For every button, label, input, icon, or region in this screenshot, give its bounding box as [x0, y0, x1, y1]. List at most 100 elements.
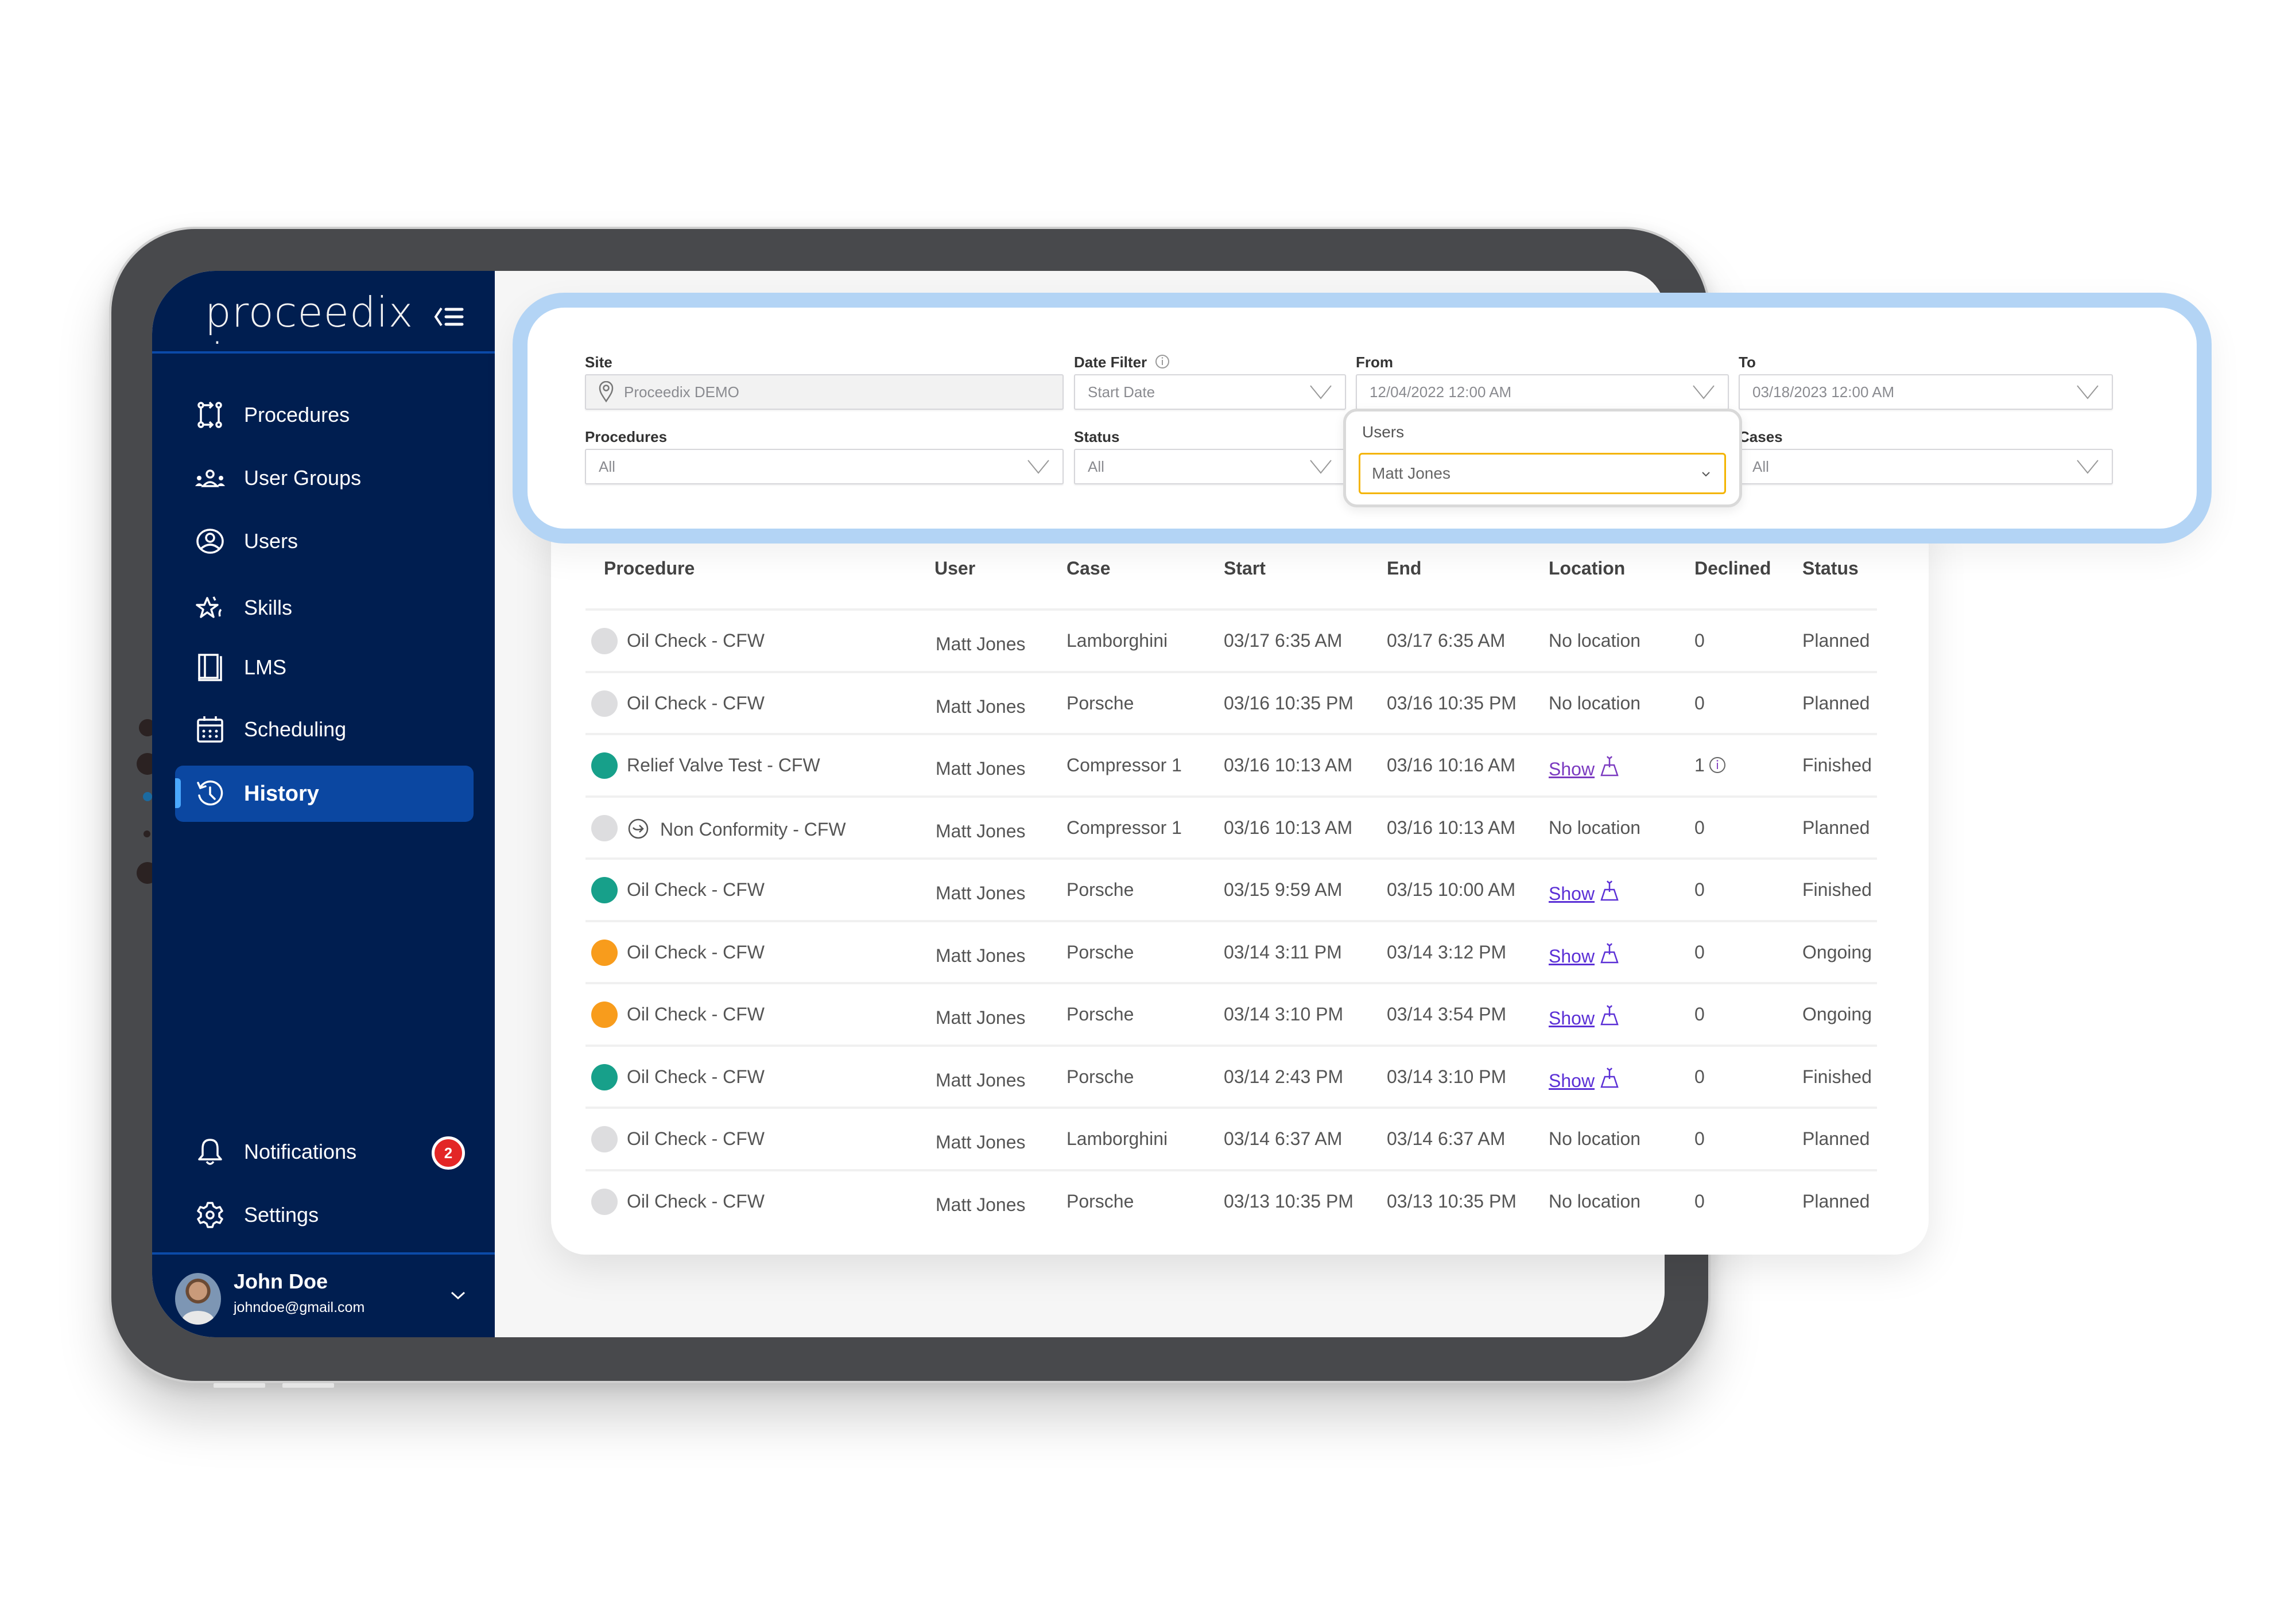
table-row[interactable]: Oil Check - CFW Matt Jones Porsche 03/14 3:…: [585, 982, 1877, 1044]
sidebar-divider: [152, 351, 495, 354]
column-header-declined[interactable]: Declined: [1694, 558, 1771, 579]
declined-info[interactable]: [1708, 756, 1727, 779]
procedure-name: Non Conformity - CFW: [660, 818, 846, 840]
cases-filter-select[interactable]: All: [1739, 449, 2113, 484]
sidebar-item-skills[interactable]: Skills: [175, 580, 474, 636]
location-cell: No location: [1549, 630, 1641, 651]
case-cell: Porsche: [1066, 1004, 1134, 1024]
location-cell: Show: [1549, 1004, 1620, 1029]
status-indicator-dot: [591, 1126, 618, 1152]
cases-filter-value: All: [1752, 457, 1769, 475]
procedures-filter-select[interactable]: All: [585, 449, 1064, 484]
sidebar-item-user-groups[interactable]: User Groups: [175, 450, 474, 506]
sidebar-item-label: History: [244, 781, 319, 806]
table-row[interactable]: Oil Check - CFW Matt Jones Porsche 03/15 9:…: [585, 857, 1877, 919]
location-cell: No location: [1549, 1128, 1641, 1149]
users-filter-select[interactable]: Matt Jones: [1359, 453, 1726, 494]
procedure-name: Oil Check - CFW: [627, 630, 765, 651]
table-row[interactable]: Oil Check - CFW Matt Jones Porsche 03/14 3:…: [585, 919, 1877, 982]
table-row[interactable]: Non Conformity - CFW Matt Jones Compressor…: [585, 795, 1877, 857]
status-indicator-dot: [591, 752, 618, 779]
end-cell: 03/16 10:13 AM: [1387, 817, 1516, 838]
location-marker-icon[interactable]: [1599, 755, 1620, 778]
procedure-cell: Non Conformity - CFW: [627, 817, 846, 840]
procedure-cell: Oil Check - CFW: [627, 1066, 765, 1088]
status-cell: Ongoing: [1802, 1004, 1872, 1024]
date-filter-select[interactable]: Start Date: [1074, 374, 1346, 410]
case-cell: Porsche: [1066, 1190, 1134, 1212]
device-button: [214, 1383, 265, 1388]
show-location-link[interactable]: Show: [1549, 1008, 1595, 1028]
sidebar-item-procedures[interactable]: Procedures: [175, 387, 474, 443]
cases-filter-label: Cases: [1739, 428, 1783, 445]
status-filter-select[interactable]: All: [1074, 449, 1346, 484]
start-cell: 03/13 10:35 PM: [1224, 1190, 1353, 1212]
user-cell: Matt Jones: [936, 1132, 1026, 1152]
from-date-field[interactable]: 12/04/2022 12:00 AM: [1356, 374, 1729, 410]
start-cell: 03/16 10:13 AM: [1224, 817, 1353, 838]
sidebar-item-label: LMS: [244, 655, 287, 679]
to-label: To: [1739, 354, 1756, 371]
start-cell: 03/16 10:35 PM: [1224, 692, 1353, 713]
sidebar-item-users[interactable]: Users: [175, 513, 474, 569]
declined-cell: 0: [1694, 630, 1705, 651]
info-icon[interactable]: [1708, 756, 1727, 774]
procedure-name: Oil Check - CFW: [627, 1066, 765, 1087]
procedure-cell: Oil Check - CFW: [627, 1128, 765, 1150]
status-indicator-dot: [591, 814, 618, 841]
site-label: Site: [585, 354, 612, 371]
site-field[interactable]: Proceedix DEMO: [585, 374, 1064, 410]
status-indicator-dot: [591, 690, 618, 717]
end-cell: 03/15 10:00 AM: [1387, 879, 1516, 900]
chevron-down-icon: [1693, 385, 1715, 399]
column-header-procedure[interactable]: Procedure: [604, 558, 695, 579]
users-filter-label: Users: [1362, 423, 1405, 441]
sidebar-item-notifications[interactable]: Notifications 2: [175, 1124, 474, 1180]
collapse-menu-icon: [434, 307, 464, 327]
location-marker-icon[interactable]: [1599, 942, 1620, 965]
column-header-case[interactable]: Case: [1066, 558, 1111, 579]
gear-icon: [192, 1197, 228, 1233]
show-location-link[interactable]: Show: [1549, 883, 1595, 904]
declined-cell: 0: [1694, 1004, 1705, 1024]
brand-logo[interactable]: proceedix.: [205, 288, 413, 354]
status-indicator-dot: [591, 939, 618, 966]
table-row[interactable]: Oil Check - CFW Matt Jones Porsche 03/16 10…: [585, 670, 1877, 733]
date-filter-label: Date Filter: [1074, 354, 1170, 371]
device-camera: [143, 792, 152, 801]
table-row[interactable]: Oil Check - CFW Matt Jones Lamborghini 03/1…: [585, 608, 1877, 670]
user-profile-menu[interactable]: John Doe johndoe@gmail.com: [175, 1270, 485, 1327]
column-header-status[interactable]: Status: [1802, 558, 1859, 579]
status-cell: Finished: [1802, 755, 1872, 775]
info-icon[interactable]: [1154, 354, 1170, 370]
location-marker-icon[interactable]: [1599, 879, 1620, 902]
table-row[interactable]: Oil Check - CFW Matt Jones Porsche 03/14 2:…: [585, 1044, 1877, 1107]
notification-count-badge: 2: [432, 1136, 465, 1170]
table-row[interactable]: Oil Check - CFW Matt Jones Porsche 03/13 10…: [585, 1169, 1877, 1231]
show-location-link[interactable]: Show: [1549, 759, 1595, 779]
location-marker-icon[interactable]: [1599, 1004, 1620, 1027]
to-date-field[interactable]: 03/18/2023 12:00 AM: [1739, 374, 2113, 410]
column-header-end[interactable]: End: [1387, 558, 1421, 579]
procedure-name: Oil Check - CFW: [627, 692, 765, 713]
table-row[interactable]: Oil Check - CFW Matt Jones Lamborghini 03/1…: [585, 1107, 1877, 1169]
chevron-down-icon[interactable]: [448, 1286, 468, 1305]
declined-cell: 1: [1694, 755, 1705, 775]
show-location-link[interactable]: Show: [1549, 946, 1595, 966]
site-value: Proceedix DEMO: [624, 383, 739, 401]
sidebar-item-lms[interactable]: LMS: [175, 639, 474, 696]
procedure-cell: Oil Check - CFW: [627, 1191, 765, 1212]
column-header-user[interactable]: User: [934, 558, 975, 579]
show-location-link[interactable]: Show: [1549, 1070, 1595, 1091]
location-marker-icon[interactable]: [1599, 1066, 1620, 1089]
column-header-start[interactable]: Start: [1224, 558, 1266, 579]
collapse-sidebar-button[interactable]: [433, 302, 466, 331]
user-cell: Matt Jones: [936, 945, 1026, 966]
sidebar-item-settings[interactable]: Settings: [175, 1187, 474, 1243]
table-row[interactable]: Relief Valve Test - CFW Matt Jones Compres…: [585, 733, 1877, 795]
sidebar-item-history[interactable]: History: [175, 766, 474, 822]
sidebar-item-scheduling[interactable]: Scheduling: [175, 701, 474, 758]
column-header-location[interactable]: Location: [1549, 558, 1625, 579]
status-indicator-dot: [591, 1002, 618, 1028]
status-cell: Planned: [1802, 692, 1870, 713]
